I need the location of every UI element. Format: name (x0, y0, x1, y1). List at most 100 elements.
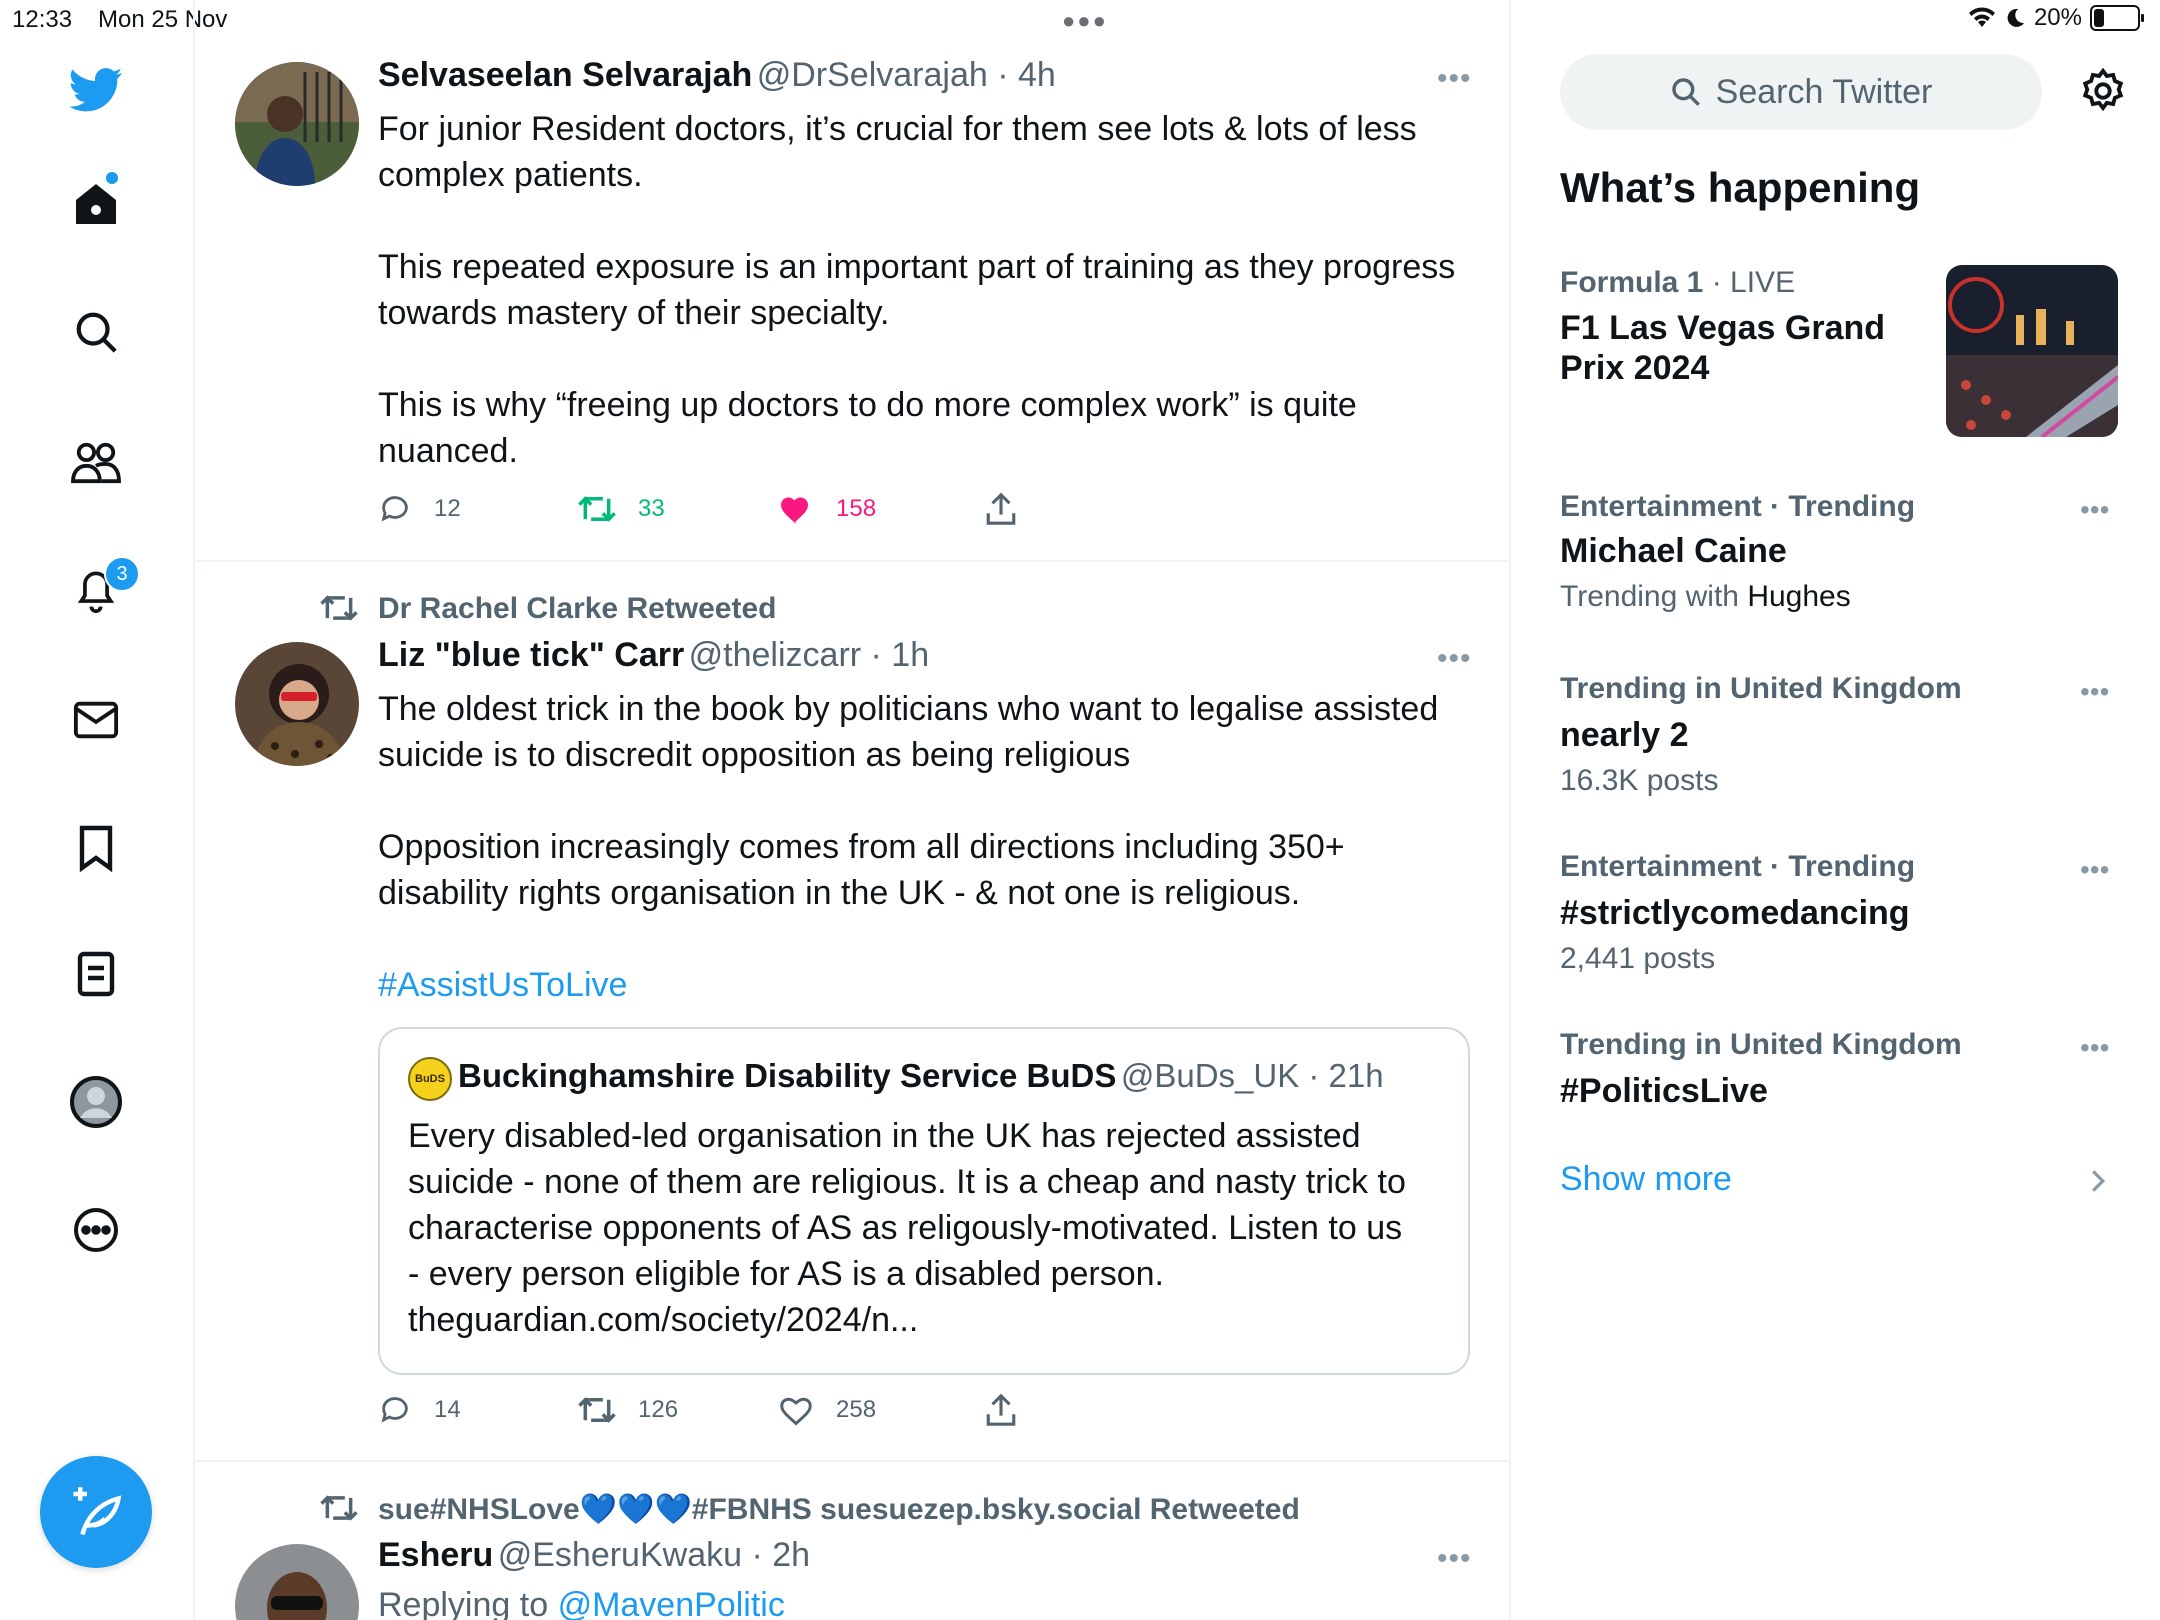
settings-gear-icon[interactable] (2080, 67, 2126, 119)
share-icon (986, 1393, 1016, 1426)
reply-count: 12 (434, 495, 461, 522)
notifications-badge: 3 (104, 556, 140, 592)
trend-post-count: 2,441 posts (1560, 942, 1716, 975)
more-options-icon[interactable] (66, 1200, 126, 1260)
whats-happening-heading: What’s happening (1560, 164, 1921, 211)
tweet-author-name[interactable]: Esheru (378, 1536, 493, 1574)
trend-sub-related[interactable]: Hughes (1747, 580, 1850, 613)
tweet[interactable]: Selvaseelan Selvarajah @DrSelvarajah · 4… (195, 0, 1509, 560)
tweet-author-avatar[interactable] (235, 642, 359, 766)
tweet-hashtag-link[interactable]: #AssistUsToLive (378, 962, 627, 1008)
left-nav: 3 (0, 0, 192, 1620)
battery-percent: 20% (2033, 4, 2082, 31)
messages-mail-icon[interactable] (66, 690, 126, 750)
profile-avatar-icon[interactable] (66, 1072, 126, 1132)
timeline: Selvaseelan Selvarajah @DrSelvarajah · 4… (193, 0, 1511, 1620)
quoted-header: Buckinghamshire Disability Service BuDS … (458, 1057, 1384, 1095)
quoted-author-avatar[interactable]: BuDS (408, 1057, 452, 1101)
heart-filled-icon (781, 497, 808, 524)
retweet-button[interactable]: 126 (578, 1393, 678, 1427)
tweet-handle-time[interactable]: @EsheruKwaku · 2h (498, 1536, 810, 1574)
reply-icon (381, 1397, 408, 1423)
trend-title[interactable]: #strictlycomedancing (1560, 894, 1910, 933)
like-button[interactable]: 258 (778, 1393, 876, 1427)
home-unread-dot (106, 172, 118, 184)
tweet-more-icon[interactable]: ••• (1437, 1542, 1472, 1576)
tweet-header: Liz "blue tick" Carr @thelizcarr · 1h (378, 636, 929, 675)
retweet-count: 33 (638, 495, 665, 522)
reply-button[interactable]: 14 (378, 1393, 461, 1427)
retweeted-by-icon (320, 1495, 358, 1521)
retweet-count: 126 (638, 1396, 679, 1423)
trend-post-count: 16.3K posts (1560, 764, 1719, 797)
wifi-icon (1968, 7, 1995, 28)
trend-meta: Trending in United Kingdom (1560, 1028, 1962, 1061)
tweet[interactable]: sue#NHSLove💙💙💙#FBNHS suesuezep.bsky.soci… (195, 1462, 1509, 1620)
tweet-handle-time[interactable]: @DrSelvarajah · 4h (757, 56, 1056, 94)
search-input[interactable]: Search Twitter (1560, 54, 2042, 130)
trend-subtitle: Trending with Hughes (1560, 580, 1851, 614)
share-icon (986, 492, 1016, 525)
trend-more-icon[interactable]: ••• (2080, 1032, 2109, 1064)
lists-icon[interactable] (66, 944, 126, 1004)
replying-to-label: Replying to (378, 1586, 549, 1620)
trend-title[interactable]: F1 Las Vegas Grand Prix 2024 (1560, 308, 1920, 388)
reply-count: 14 (434, 1396, 461, 1423)
quoted-tweet[interactable]: BuDS Buckinghamshire Disability Service … (378, 1027, 1470, 1375)
trend-sub-prefix: Trending with (1560, 580, 1748, 613)
tweet-text: The oldest trick in the book by politici… (378, 690, 1439, 912)
trend-thumbnail-image[interactable] (1946, 265, 2118, 437)
compose-tweet-button[interactable] (40, 1456, 152, 1568)
tweet-author-name[interactable]: Selvaseelan Selvarajah (378, 56, 752, 94)
retweeted-by-label[interactable]: sue#NHSLove💙💙💙#FBNHS suesuezep.bsky.soci… (378, 1492, 1300, 1527)
communities-icon[interactable] (66, 432, 126, 492)
tweet-header: Selvaseelan Selvarajah @DrSelvarajah · 4… (378, 56, 1056, 95)
trend-title[interactable]: #PoliticsLive (1560, 1072, 1768, 1111)
twitter-logo-icon[interactable] (66, 60, 126, 120)
trend-meta: Entertainment · Trending (1560, 850, 1916, 883)
show-more-link[interactable]: Show more (1560, 1160, 1732, 1199)
like-count: 158 (836, 495, 877, 522)
share-button[interactable] (985, 1393, 1017, 1427)
quoted-author-name[interactable]: Buckinghamshire Disability Service BuDS (458, 1057, 1116, 1094)
retweet-icon (578, 496, 616, 522)
tweet-more-icon[interactable]: ••• (1437, 642, 1472, 676)
compose-feather-icon (73, 1487, 122, 1536)
home-icon[interactable] (66, 174, 126, 234)
trend-title[interactable]: nearly 2 (1560, 716, 1689, 755)
retweet-icon (578, 1397, 616, 1423)
tweet-more-icon[interactable]: ••• (1437, 62, 1472, 96)
like-count: 258 (836, 1396, 877, 1423)
retweeted-by-icon (320, 595, 358, 621)
trend-title[interactable]: Michael Caine (1560, 532, 1787, 571)
trend-more-icon[interactable]: ••• (2080, 494, 2109, 526)
trend-meta: Entertainment · Trending (1560, 490, 1916, 523)
reply-icon (381, 496, 408, 522)
trend-meta: Formula 1 · LIVE (1560, 266, 1795, 300)
replying-to-handle-link[interactable]: @MavenPolitic (558, 1586, 785, 1620)
reply-button[interactable]: 12 (378, 492, 461, 526)
explore-search-icon[interactable] (66, 302, 126, 362)
tweet-author-avatar[interactable] (235, 1544, 359, 1620)
trend-more-icon[interactable]: ••• (2080, 854, 2109, 886)
heart-outline-icon (780, 1397, 812, 1426)
tweet-author-name[interactable]: Liz "blue tick" Carr (378, 636, 684, 674)
moon-icon (2007, 8, 2024, 27)
tweet[interactable]: Dr Rachel Clarke Retweeted Liz "blue tic… (195, 562, 1509, 1462)
retweeted-by-label[interactable]: Dr Rachel Clarke Retweeted (378, 592, 777, 626)
share-button[interactable] (985, 492, 1017, 526)
tweet-text: For junior Resident doctors, it’s crucia… (378, 110, 1456, 470)
trend-more-icon[interactable]: ••• (2080, 676, 2109, 708)
tweet-handle-time[interactable]: @thelizcarr · 1h (689, 636, 929, 674)
quoted-handle-time[interactable]: @BuDs_UK · 21h (1121, 1057, 1384, 1094)
search-placeholder: Search Twitter (1715, 72, 1933, 111)
battery-icon (2090, 5, 2144, 31)
tweet-header: Esheru @EsheruKwaku · 2h (378, 1536, 810, 1575)
quoted-text: Every disabled-led organisation in the U… (408, 1117, 1406, 1339)
status-indicators: 20% (1968, 4, 2144, 32)
bookmarks-icon[interactable] (66, 818, 126, 878)
tweet-author-avatar[interactable] (235, 62, 359, 186)
like-button[interactable]: 158 (778, 492, 876, 526)
retweet-button[interactable]: 33 (578, 492, 665, 526)
chevron-right-icon[interactable] (2090, 1168, 2106, 1194)
